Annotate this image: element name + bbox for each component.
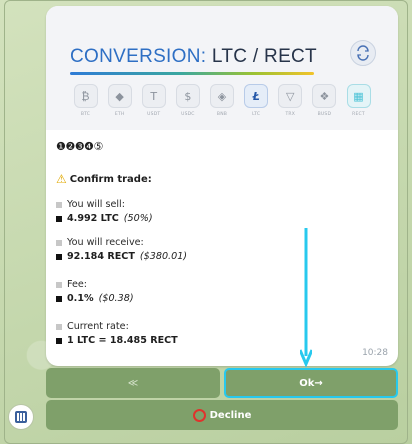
coin-rect: ▦ RECT bbox=[345, 84, 372, 124]
rate-label: Current rate: bbox=[67, 321, 129, 332]
coin-trx: ▽ TRX bbox=[277, 84, 304, 124]
step-indicator: ❶❷❸❹⑤ bbox=[56, 140, 103, 153]
usdt-coin-icon: T bbox=[141, 84, 166, 108]
fee-sub: ($0.38) bbox=[98, 293, 134, 304]
message-content: ❶❷❸❹⑤ ⚠ Confirm trade: You will sell: 4.… bbox=[56, 140, 386, 346]
coin-row: ₿ BTC ◆ ETH T USDT $ USDC ◈ BNB Ł LTC ▽ TRX ❖ BUSD ▦ RECT bbox=[72, 84, 372, 124]
coin-label: ETH bbox=[114, 112, 125, 117]
sell-item: You will sell: 4.992 LTC (50%) bbox=[56, 199, 386, 224]
busd-coin-icon: ❖ bbox=[312, 84, 337, 108]
bullet-light-icon bbox=[56, 201, 62, 208]
usdc-coin-icon: $ bbox=[175, 84, 200, 108]
coin-label: RECT bbox=[352, 112, 365, 117]
conversion-title-prefix: CONVERSION: bbox=[70, 46, 207, 67]
bot-avatar[interactable] bbox=[8, 404, 34, 430]
bullet-light-icon bbox=[56, 323, 62, 330]
confirm-heading: ⚠ Confirm trade: bbox=[56, 172, 386, 186]
conversion-title: CONVERSION: LTC / RECT bbox=[70, 46, 317, 68]
bullet-light-icon bbox=[56, 281, 62, 288]
back-button[interactable]: ≪ bbox=[46, 368, 220, 398]
bullet-light-icon bbox=[56, 239, 62, 246]
receive-item: You will receive: 92.184 RECT ($380.01) bbox=[56, 237, 386, 262]
coin-label: USDC bbox=[181, 112, 195, 117]
bot-logo-icon bbox=[15, 411, 27, 423]
bullet-dark-icon bbox=[56, 215, 62, 222]
message-bubble: CONVERSION: LTC / RECT ₿ BTC ◆ ETH T USDT $ USD… bbox=[46, 6, 398, 366]
warning-icon: ⚠ bbox=[56, 172, 67, 186]
eth-coin-icon: ◆ bbox=[107, 84, 132, 108]
confirm-title: Confirm trade: bbox=[69, 173, 152, 185]
rect-coin-icon: ▦ bbox=[346, 84, 371, 108]
coin-bnb: ◈ BNB bbox=[209, 84, 236, 124]
fee-item: Fee: 0.1% ($0.38) bbox=[56, 279, 386, 304]
title-underline bbox=[70, 72, 314, 75]
message-timestamp: 10:28 bbox=[362, 348, 388, 358]
coin-label: BTC bbox=[80, 112, 91, 117]
btc-coin-icon: ₿ bbox=[73, 84, 98, 108]
coin-usdt: T USDT bbox=[140, 84, 167, 124]
fee-value: 0.1% bbox=[67, 293, 94, 304]
brand-logo-icon bbox=[350, 40, 376, 66]
rate-value: 1 LTC = 18.485 RECT bbox=[67, 335, 178, 346]
bullet-dark-icon bbox=[56, 253, 62, 260]
ltc-coin-icon: Ł bbox=[244, 84, 269, 108]
sell-value: 4.992 LTC bbox=[67, 213, 119, 224]
decline-circle-icon bbox=[192, 408, 206, 422]
receive-value: 92.184 RECT bbox=[67, 251, 135, 262]
sell-label: You will sell: bbox=[67, 199, 125, 210]
receive-label: You will receive: bbox=[67, 237, 144, 248]
pointer-arrow-icon bbox=[300, 228, 312, 368]
decline-button[interactable]: Decline bbox=[46, 400, 398, 430]
coin-label: USDT bbox=[147, 112, 161, 117]
receive-sub: ($380.01) bbox=[139, 251, 188, 262]
coin-usdc: $ USDC bbox=[174, 84, 201, 124]
trx-coin-icon: ▽ bbox=[278, 84, 303, 108]
coin-busd: ❖ BUSD bbox=[311, 84, 338, 124]
coin-label: LTC bbox=[252, 112, 261, 117]
fee-label: Fee: bbox=[67, 279, 88, 290]
ok-button-label: Ok→ bbox=[299, 377, 323, 389]
coin-btc: ₿ BTC bbox=[72, 84, 99, 124]
conversion-banner: CONVERSION: LTC / RECT ₿ BTC ◆ ETH T USDT $ USD… bbox=[46, 6, 398, 130]
decline-button-label: Decline bbox=[209, 409, 252, 421]
rate-item: Current rate: 1 LTC = 18.485 RECT bbox=[56, 321, 386, 346]
coin-ltc: Ł LTC bbox=[243, 84, 270, 124]
coin-label: TRX bbox=[285, 112, 296, 117]
coin-label: BUSD bbox=[317, 112, 332, 117]
bnb-coin-icon: ◈ bbox=[210, 84, 234, 108]
sell-sub: (50%) bbox=[123, 213, 153, 224]
ok-button[interactable]: Ok→ bbox=[224, 368, 398, 398]
coin-label: BNB bbox=[216, 112, 228, 117]
coin-eth: ◆ ETH bbox=[106, 84, 133, 124]
bullet-dark-icon bbox=[56, 337, 62, 344]
bullet-dark-icon bbox=[56, 295, 62, 302]
conversion-title-pair: LTC / RECT bbox=[211, 46, 317, 67]
